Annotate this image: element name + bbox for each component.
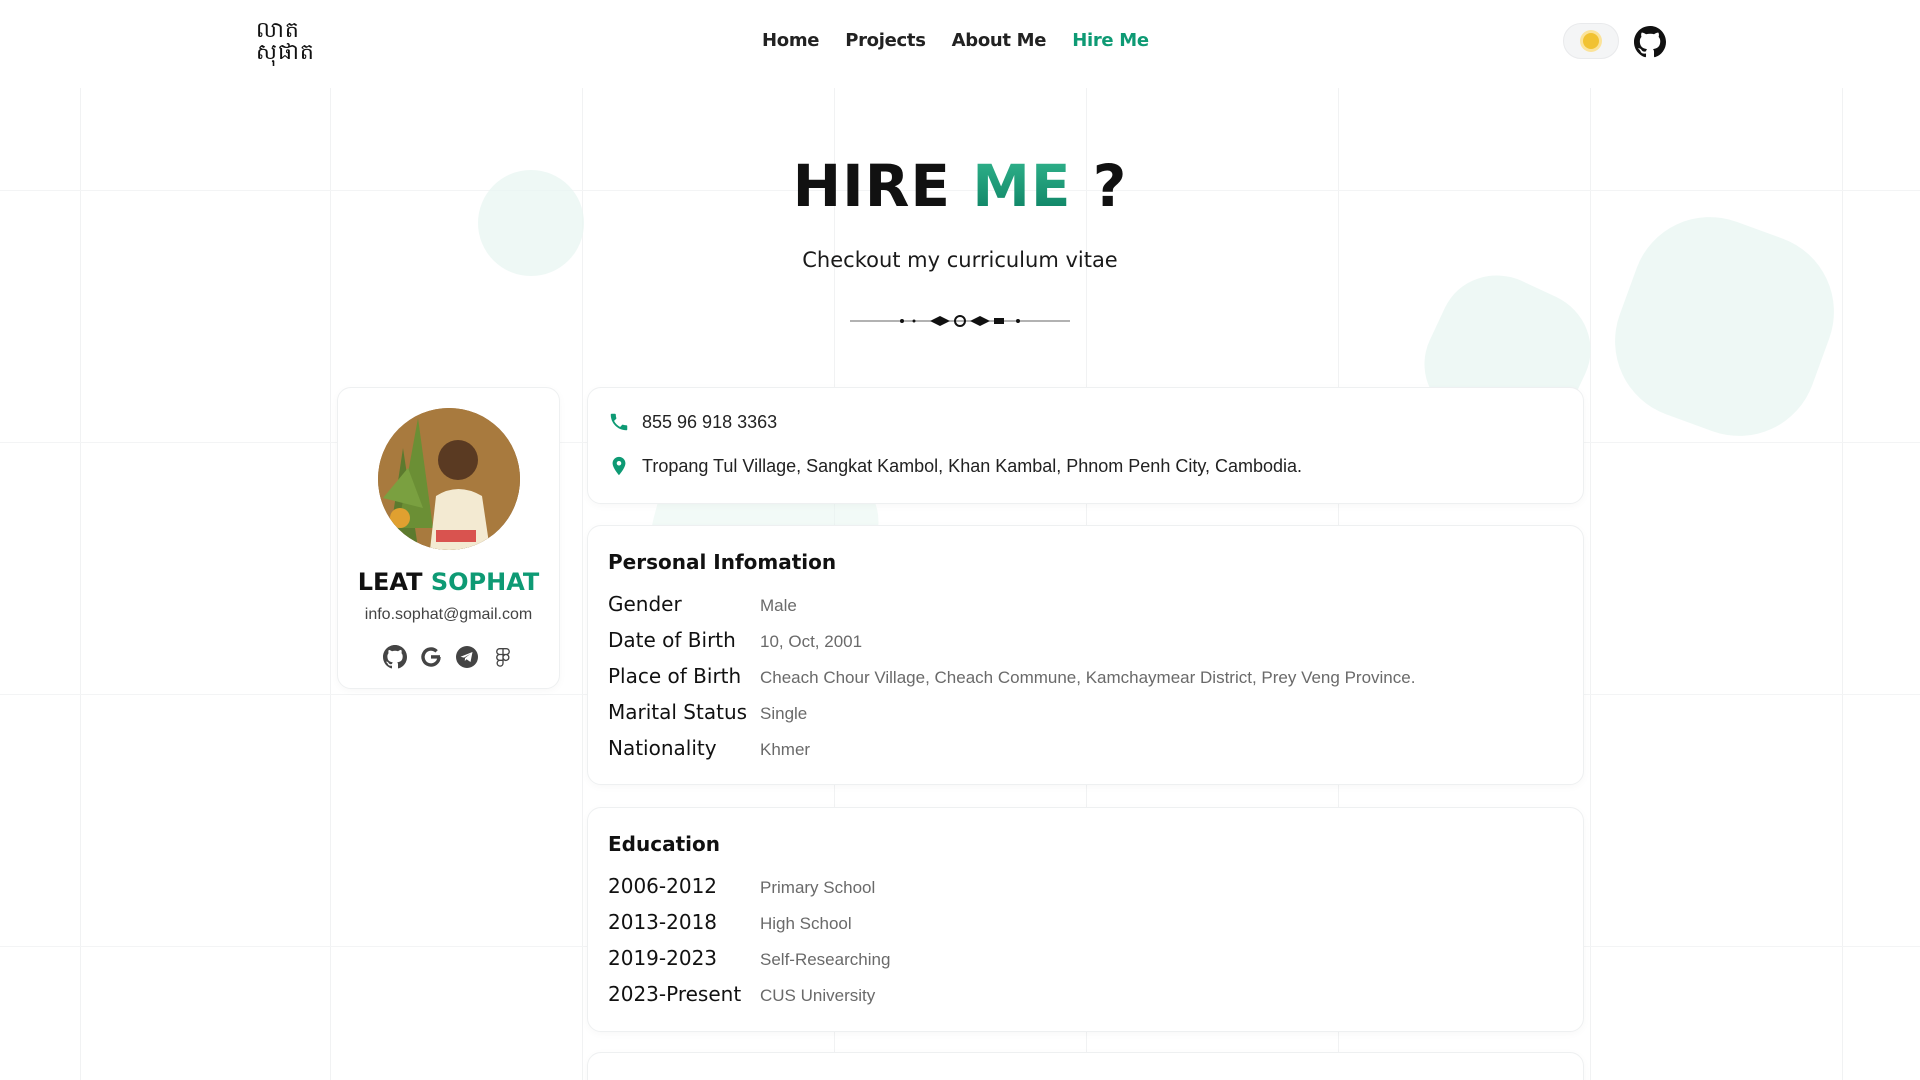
education-years: 2023-Present [608,982,742,1006]
next-section-card [587,1052,1584,1080]
contact-phone-row: 855 96 918 3363 [608,410,777,434]
phone-icon [608,410,630,434]
education-row: 2013-2018 High School [608,910,890,946]
education-school: Self-Researching [760,950,891,969]
nav-about-me[interactable]: About Me [952,30,1047,51]
info-label: Date of Birth [608,628,736,652]
info-row: Place of Birth Cheach Chour Village, Chea… [608,664,1415,700]
education-years: 2013-2018 [608,910,718,934]
info-value: Cheach Chour Village, Cheach Commune, Ka… [760,668,1416,687]
info-row: Gender Male [608,592,1415,628]
github-icon[interactable] [382,644,408,670]
avatar [378,408,520,550]
education-school: Primary School [760,878,876,897]
site-header: លាត សុផាត Home Projects About Me Hire Me [0,0,1920,84]
contact-card: 855 96 918 3363 Tropang Tul Village, San… [587,387,1584,504]
theme-toggle-button[interactable] [1563,23,1619,59]
education-years: 2019-2023 [608,946,718,970]
info-label: Place of Birth [608,664,742,688]
education-card: Education 2006-2012 Primary School 2013-2… [587,807,1584,1032]
nav-hire-me[interactable]: Hire Me [1072,30,1149,51]
education-row: 2023-Present CUS University [608,982,890,1018]
info-row: Marital Status Single [608,700,1415,736]
profile-first-name: SOPHAT [430,568,540,596]
info-row: Nationality Khmer [608,736,1415,772]
title-question-mark: ? [1092,152,1128,220]
personal-info-card: Personal Infomation Gender Male Date of B… [587,525,1584,785]
section-title: Education [608,832,720,856]
page-subtitle: Checkout my curriculum vitae [802,248,1118,272]
nav-projects[interactable]: Projects [845,30,926,51]
info-row: Date of Birth 10, Oct, 2001 [608,628,1415,664]
education-list: 2006-2012 Primary School 2013-2018 High Sc… [608,874,890,1018]
title-word-me: ME [972,152,1072,220]
social-links [338,644,559,670]
info-label: Marital Status [608,700,748,724]
info-value: Khmer [760,740,811,759]
nav-home[interactable]: Home [762,30,820,51]
telegram-icon[interactable] [454,644,480,670]
figma-icon[interactable] [490,644,516,670]
info-list: Gender Male Date of Birth 10, Oct, 2001 Pl… [608,592,1415,772]
contact-address: Tropang Tul Village, Sangkat Kambol, Kha… [642,455,1303,476]
education-row: 2006-2012 Primary School [608,874,890,910]
location-pin-icon [608,454,630,478]
education-school: CUS University [760,986,876,1005]
title-word-hire: HIRE [792,152,951,220]
section-title: Personal Infomation [608,550,837,574]
github-icon[interactable] [1634,26,1666,58]
info-value: Male [760,596,797,615]
profile-email[interactable]: info.sophat@gmail.com [338,606,559,624]
education-years: 2006-2012 [608,874,718,898]
google-icon[interactable] [418,644,444,670]
contact-address-row: Tropang Tul Village, Sangkat Kambol, Kha… [608,454,1302,478]
education-row: 2019-2023 Self-Researching [608,946,890,982]
sun-icon [1583,33,1599,49]
page-title: HIRE ME ? [0,152,1920,220]
info-value: 10, Oct, 2001 [760,632,863,651]
divider-ornament [850,312,1070,330]
site-logo[interactable]: លាត សុផាត [256,16,326,66]
main-nav: Home Projects About Me Hire Me [762,30,1149,51]
profile-name: LEAT SOPHAT [338,568,559,596]
info-value: Single [760,704,808,723]
logo-line-2: សុផាត [256,40,315,65]
info-label: Nationality [608,736,717,760]
profile-card: LEAT SOPHAT info.sophat@gmail.com [337,387,560,689]
background-blob [1593,195,1856,458]
contact-phone[interactable]: 855 96 918 3363 [642,412,777,433]
info-label: Gender [608,592,682,616]
profile-last-name: LEAT [357,568,423,596]
education-school: High School [760,914,852,933]
